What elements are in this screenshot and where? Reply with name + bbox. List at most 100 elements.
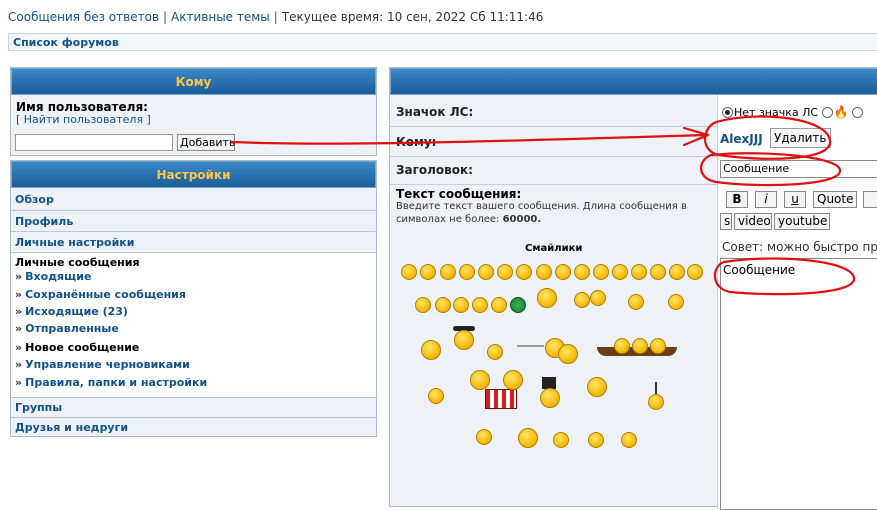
pm-item-label: Правила, папки и настройки [25, 376, 208, 389]
smiley-icon[interactable] [491, 297, 507, 313]
smiley-icon[interactable] [420, 264, 436, 280]
smiley-icon[interactable] [669, 264, 685, 280]
bullet-icon: » [15, 341, 23, 354]
smiley-icon[interactable] [478, 264, 494, 280]
smiley-icon[interactable] [612, 264, 628, 280]
smiley-icon[interactable] [650, 264, 666, 280]
smiley-icon[interactable] [537, 288, 557, 308]
smiley-icon[interactable] [590, 290, 606, 306]
smiley-icon[interactable] [487, 344, 503, 360]
italic-button[interactable]: i [755, 191, 777, 208]
message-textarea[interactable]: Сообщение [720, 258, 877, 510]
smiley-icon[interactable] [574, 264, 590, 280]
radio-no-icon[interactable] [722, 107, 733, 118]
smiley-icon[interactable] [516, 264, 532, 280]
smiley-icon[interactable] [459, 264, 475, 280]
subject-input[interactable]: Сообщение [720, 160, 877, 178]
smiley-icon[interactable] [687, 264, 703, 280]
smiley-icon[interactable] [587, 377, 607, 397]
smiley-icon[interactable] [440, 264, 456, 280]
smiley-icon[interactable] [553, 432, 569, 448]
smiley-icon[interactable] [476, 429, 492, 445]
find-user-link[interactable]: [ Найти пользователя ] [16, 113, 151, 126]
separator: | [273, 10, 278, 24]
pm-item-label: Управление черновиками [25, 358, 190, 371]
divider [390, 156, 720, 157]
smiley-icon[interactable] [470, 370, 490, 390]
pm-saved-link[interactable]: » Сохранённые сообщения [15, 288, 186, 301]
compose-panel: Значок ЛС: Кому: Заголовок: Текст сообще… [389, 67, 877, 510]
cross-icon [655, 382, 657, 394]
smiley-icon[interactable] [453, 297, 469, 313]
radio-icon[interactable] [821, 107, 833, 118]
menu-item-personal-settings[interactable]: Личные настройки [11, 232, 376, 253]
smiley-icon[interactable] [650, 338, 666, 354]
smiley-icon[interactable] [503, 370, 523, 390]
smiley-icon[interactable] [558, 344, 578, 364]
smiley-icon[interactable] [510, 297, 526, 313]
radio-icon[interactable] [852, 107, 864, 118]
quote-button[interactable]: Quote [813, 191, 857, 208]
username-input[interactable] [15, 134, 173, 151]
smiley-icon[interactable] [536, 264, 552, 280]
bullet-icon: » [15, 322, 23, 335]
pm-inbox-link[interactable]: » Входящие [15, 270, 91, 283]
menu-item-overview[interactable]: Обзор [11, 189, 376, 211]
smiley-icon[interactable] [435, 297, 451, 313]
top-nav: Сообщения без ответов | Активные темы | Теку… [8, 10, 543, 24]
compose-fields: Нет значка ЛС 🔥 AlexJJJ Удалить Сообщени… [717, 95, 877, 510]
smiley-icon[interactable] [668, 294, 684, 310]
pm-outbox-link[interactable]: » Исходящие (23) [15, 305, 128, 318]
menu-item-friends[interactable]: Друзья и недруги [11, 418, 376, 437]
smiley-icon[interactable] [428, 388, 444, 404]
pm-new-message[interactable]: » Новое сообщение [15, 341, 139, 354]
pm-item-label: Новое сообщение [25, 341, 140, 354]
breadcrumb: Список форумов [8, 33, 877, 51]
youtube-button[interactable]: youtube [774, 213, 830, 230]
pm-header: Личные сообщения [15, 256, 140, 269]
smiley-icon[interactable] [401, 264, 417, 280]
to-label: Кому: [396, 135, 437, 149]
forum-list-link[interactable]: Список форумов [13, 36, 119, 49]
smiley-icon[interactable] [631, 264, 647, 280]
underline-button[interactable]: u [784, 191, 806, 208]
pm-item-label: Исходящие (23) [25, 305, 128, 318]
smiley-icon[interactable] [518, 428, 538, 448]
strike-button[interactable]: s [720, 213, 732, 230]
to-panel-title: Кому [11, 68, 376, 95]
smiley-icon[interactable] [648, 394, 664, 410]
smiley-icon[interactable] [454, 330, 474, 350]
smiley-icon[interactable] [472, 297, 488, 313]
smiley-icon[interactable] [588, 432, 604, 448]
no-icon-label: Нет значка ЛС [734, 106, 819, 119]
code-button[interactable] [863, 191, 877, 208]
pm-rules-link[interactable]: » Правила, папки и настройки [15, 376, 207, 389]
pm-icon-selector[interactable]: Нет значка ЛС 🔥 [722, 105, 864, 119]
smiley-icon[interactable] [574, 292, 590, 308]
pm-sent-link[interactable]: » Отправленные [15, 322, 119, 335]
pm-item-label: Сохранённые сообщения [25, 288, 186, 301]
unanswered-link[interactable]: Сообщения без ответов [8, 10, 159, 24]
smiley-icon[interactable] [415, 297, 431, 313]
video-button[interactable]: video [734, 213, 772, 230]
menu-item-profile[interactable]: Профиль [11, 211, 376, 232]
menu-item-groups[interactable]: Группы [11, 398, 376, 418]
active-topics-link[interactable]: Активные темы [171, 10, 270, 24]
smiley-icon[interactable] [632, 338, 648, 354]
username-label: Имя пользователя: [16, 100, 148, 114]
delete-recipient-button[interactable]: Удалить [770, 128, 831, 148]
bold-button[interactable]: B [726, 191, 748, 208]
smiley-icon[interactable] [593, 264, 609, 280]
add-button[interactable]: Добавить [177, 134, 235, 151]
recipient-name[interactable]: AlexJJJ [720, 132, 763, 146]
pm-item-label: Отправленные [25, 322, 119, 335]
smiley-icon[interactable] [628, 294, 644, 310]
smiley-icon[interactable] [540, 388, 560, 408]
pm-drafts-link[interactable]: » Управление черновиками [15, 358, 190, 371]
smiley-icon[interactable] [555, 264, 571, 280]
smiley-icon[interactable] [621, 432, 637, 448]
smiley-icon[interactable] [421, 340, 441, 360]
smiley-icon[interactable] [497, 264, 513, 280]
smiley-icon[interactable] [614, 338, 630, 354]
sword-icon [517, 345, 544, 347]
